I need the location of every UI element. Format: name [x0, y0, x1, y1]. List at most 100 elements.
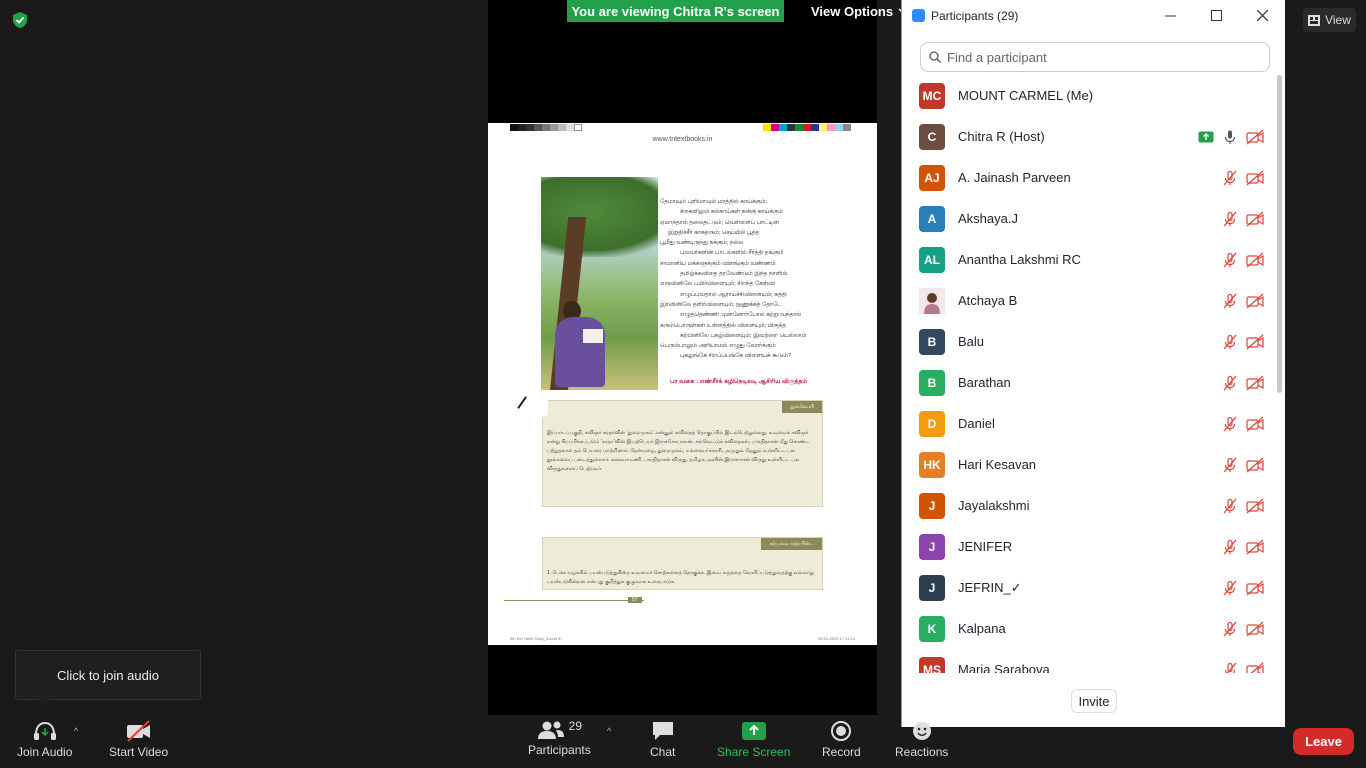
video-muted-icon[interactable] — [1246, 580, 1264, 596]
join-audio-button[interactable]: Join Audio — [17, 720, 72, 759]
participant-row[interactable]: AL Anantha Lakshmi RC — [902, 239, 1274, 280]
print-colorbar-color — [763, 124, 851, 131]
participant-status-icons — [1198, 116, 1264, 157]
mic-muted-icon[interactable] — [1222, 498, 1238, 514]
video-muted-icon[interactable] — [1246, 293, 1264, 309]
participants-panel: Participants (29) MC MOUNT CARMEL (Me) C Ch… — [901, 0, 1285, 727]
viewing-banner: You are viewing Chitra R's screen — [567, 0, 784, 22]
participant-status-icons — [1222, 567, 1264, 608]
participant-name: Anantha Lakshmi RC — [958, 252, 1081, 267]
video-muted-icon[interactable] — [1246, 252, 1264, 268]
participant-row[interactable]: K Kalpana — [902, 608, 1274, 649]
video-muted-icon[interactable] — [1246, 498, 1264, 514]
video-muted-icon[interactable] — [1246, 170, 1264, 186]
start-video-button[interactable]: Start Video — [109, 720, 168, 759]
mic-muted-icon[interactable] — [1222, 662, 1238, 674]
mic-muted-icon[interactable] — [1222, 416, 1238, 432]
video-off-icon — [126, 720, 150, 742]
mic-muted-icon[interactable] — [1222, 539, 1238, 555]
record-button[interactable]: Record — [822, 720, 861, 759]
participants-button[interactable]: 29 Participants — [528, 719, 591, 757]
scrollbar-thumb[interactable] — [1277, 75, 1282, 393]
invite-button[interactable]: Invite — [1071, 689, 1117, 713]
participant-name: MOUNT CARMEL (Me) — [958, 88, 1094, 103]
view-options-button[interactable]: View Options — [811, 0, 906, 22]
maximize-icon[interactable] — [1193, 0, 1239, 30]
participant-row[interactable]: MS Maria Sarabova — [902, 649, 1274, 673]
participants-count: 29 — [568, 719, 583, 733]
mic-muted-icon[interactable] — [1222, 375, 1238, 391]
participant-status-icons — [1222, 608, 1264, 649]
participants-label: Participants — [528, 743, 591, 757]
chat-label: Chat — [650, 745, 676, 759]
avatar: A — [919, 205, 945, 232]
participant-status-icons — [1222, 280, 1264, 321]
search-input[interactable] — [947, 49, 1247, 65]
video-muted-icon[interactable] — [1246, 662, 1264, 674]
poem-meter-tag: பா வகை : எண்சீர்க் கழிநெடிலடி ஆசிரிய விர… — [670, 379, 808, 385]
mic-muted-icon[interactable] — [1222, 170, 1238, 186]
participant-list-scrollbar[interactable] — [1275, 75, 1283, 673]
share-screen-button[interactable]: Share Screen — [717, 720, 790, 759]
participant-search[interactable] — [920, 42, 1270, 72]
participant-row[interactable]: MC MOUNT CARMEL (Me) — [902, 75, 1274, 116]
page-number: 57 — [628, 597, 642, 603]
participant-name: Balu — [958, 334, 985, 349]
mic-icon[interactable] — [1222, 129, 1238, 145]
search-icon — [929, 51, 941, 63]
leave-button[interactable]: Leave — [1293, 728, 1354, 755]
mic-muted-icon[interactable] — [1222, 252, 1238, 268]
video-muted-icon[interactable] — [1246, 416, 1264, 432]
participant-row[interactable]: B Balu — [902, 321, 1274, 362]
audio-options-caret[interactable]: ^ — [74, 726, 78, 736]
video-muted-icon[interactable] — [1246, 129, 1264, 145]
video-muted-icon[interactable] — [1246, 539, 1264, 555]
participant-name: JEFRIN_✓ — [958, 579, 1022, 595]
video-muted-icon[interactable] — [1246, 457, 1264, 473]
mic-muted-icon[interactable] — [1222, 621, 1238, 637]
chat-icon — [652, 722, 673, 740]
view-layout-button[interactable]: View — [1303, 8, 1356, 32]
participant-row[interactable]: A Akshaya.J — [902, 198, 1274, 239]
video-muted-icon[interactable] — [1246, 375, 1264, 391]
mic-muted-icon[interactable] — [1222, 293, 1238, 309]
participant-row[interactable]: D Daniel — [902, 403, 1274, 444]
avatar: MC — [919, 82, 945, 109]
author-info-text: இப்பாடப்பகுதி, கவிஞர் சுரதாவின் ‘துறைமுக… — [547, 430, 810, 472]
record-icon — [831, 721, 852, 741]
video-muted-icon[interactable] — [1246, 211, 1264, 227]
close-icon[interactable] — [1239, 0, 1285, 30]
security-shield-icon[interactable] — [11, 11, 29, 29]
mic-muted-icon[interactable] — [1222, 211, 1238, 227]
video-muted-icon[interactable] — [1246, 334, 1264, 350]
participant-row[interactable]: B Barathan — [902, 362, 1274, 403]
mic-muted-icon[interactable] — [1222, 457, 1238, 473]
participant-status-icons — [1222, 526, 1264, 567]
reactions-button[interactable]: Reactions — [895, 720, 948, 759]
activity-text: 1. பேச்சு வழக்கில் பயன்படுத்துகின்ற உவமை… — [547, 570, 815, 585]
participant-row[interactable]: J JENIFER — [902, 526, 1274, 567]
participant-row[interactable]: J Jayalakshmi — [902, 485, 1274, 526]
chat-button[interactable]: Chat — [650, 720, 675, 759]
shared-document-page: www.tntextbooks.in தேமாவும் புளிமாவும் ம… — [488, 123, 877, 645]
minimize-icon[interactable] — [1147, 0, 1193, 30]
participant-status-icons — [1222, 444, 1264, 485]
participant-row[interactable]: J JEFRIN_✓ — [902, 567, 1274, 608]
reading-under-tree-illustration — [541, 177, 658, 390]
participant-status-icons — [1222, 198, 1264, 239]
mic-muted-icon[interactable] — [1222, 580, 1238, 596]
participant-row[interactable]: AJ A. Jainash Parveen — [902, 157, 1274, 198]
participants-options-caret[interactable]: ^ — [607, 726, 611, 736]
participant-row[interactable]: C Chitra R (Host) — [902, 116, 1274, 157]
participant-status-icons — [1222, 157, 1264, 198]
participant-row[interactable]: Atchaya B — [902, 280, 1274, 321]
participant-name: Jayalakshmi — [958, 498, 1030, 513]
view-icon — [1308, 14, 1321, 26]
participant-row[interactable]: HK Hari Kesavan — [902, 444, 1274, 485]
poem-text: தேமாவும் புளிமாவும் மரத்தில் காய்க்கும்;… — [660, 199, 807, 360]
page-footer-left: 9th Std Tamil Chap_3.indd 57 — [510, 636, 563, 641]
join-audio-tooltip: Click to join audio — [15, 650, 201, 700]
zoom-icon — [912, 9, 925, 22]
video-muted-icon[interactable] — [1246, 621, 1264, 637]
mic-muted-icon[interactable] — [1222, 334, 1238, 350]
